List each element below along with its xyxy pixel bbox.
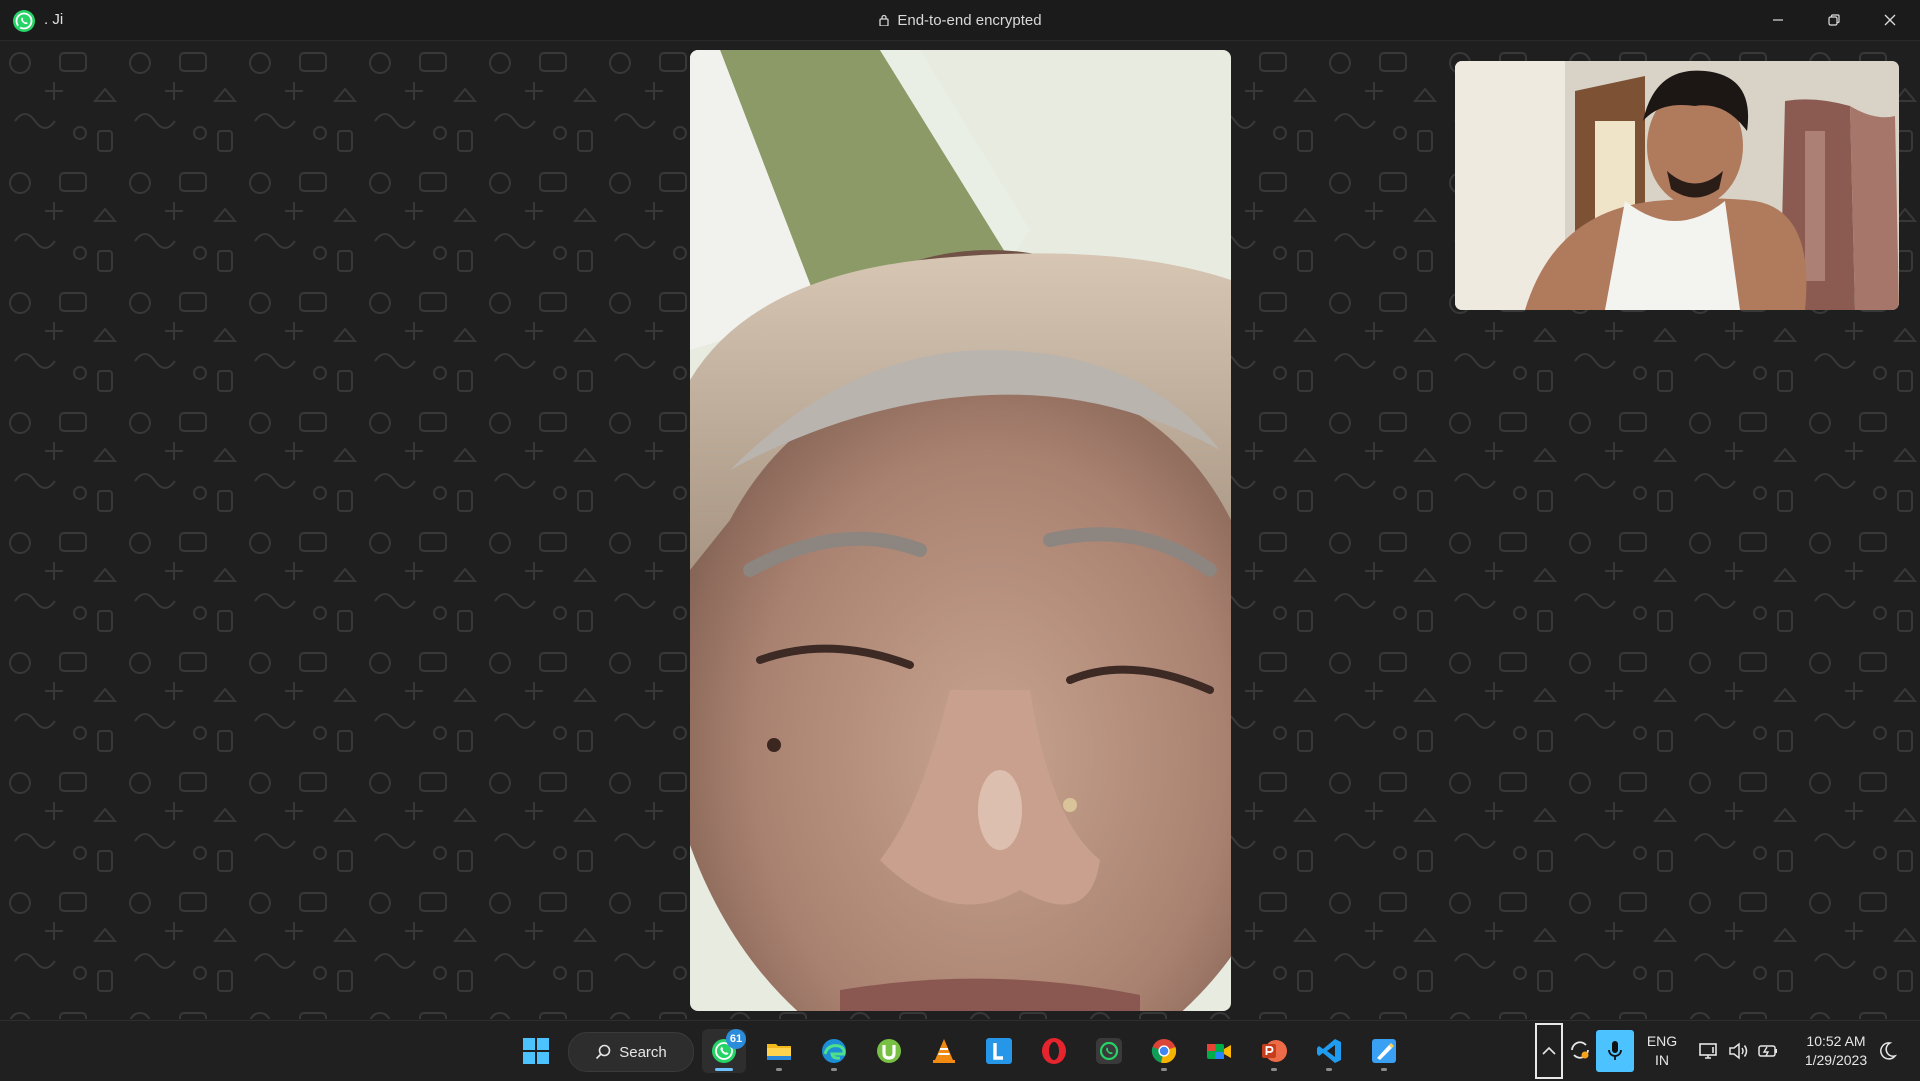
minimize-button[interactable]	[1750, 0, 1806, 40]
taskbar-meet[interactable]	[1197, 1029, 1241, 1073]
vlc-icon	[933, 1039, 955, 1063]
taskbar-whatsapp[interactable]: 61	[702, 1029, 746, 1073]
taskbar: Search 61 ENG IN 10:52 AM 1/29/2023	[0, 1020, 1920, 1081]
search-label: Search	[619, 1043, 667, 1061]
language-indicator[interactable]: ENG IN	[1643, 1032, 1681, 1070]
clock[interactable]: 10:52 AM 1/29/2023	[1790, 1032, 1882, 1070]
taskbar-opera[interactable]	[1032, 1029, 1076, 1073]
chrome-icon	[1151, 1039, 1177, 1064]
taskbar-chrome[interactable]	[1142, 1029, 1186, 1073]
title-bar: . Ji End-to-end encrypted	[0, 0, 1920, 41]
file-explorer-icon	[767, 1044, 791, 1060]
taskbar-edge[interactable]	[812, 1029, 856, 1073]
whatsapp-badge: 61	[726, 1029, 746, 1049]
taskbar-whatsapp-alt[interactable]	[1087, 1029, 1131, 1073]
utorrent-icon	[877, 1039, 901, 1063]
close-icon	[1884, 14, 1896, 26]
meet-icon	[1207, 1044, 1231, 1059]
contact-name: . Ji	[44, 11, 64, 28]
network-button[interactable]	[1698, 1040, 1720, 1062]
taskbar-paint[interactable]	[1362, 1029, 1406, 1073]
encryption-status: End-to-end encrypted	[0, 0, 1920, 40]
start-icon	[523, 1038, 549, 1064]
battery-button[interactable]	[1757, 1040, 1779, 1062]
taskbar-powerpoint[interactable]	[1252, 1029, 1296, 1073]
tray-sync-button[interactable]	[1568, 1038, 1592, 1062]
powerpoint-icon	[1262, 1040, 1287, 1062]
remote-video-frame	[690, 50, 1231, 1011]
language-line1: ENG	[1646, 1033, 1678, 1049]
language-line2: IN	[1655, 1052, 1669, 1068]
taskbar-search[interactable]: Search	[568, 1032, 694, 1072]
running-indicator	[1326, 1068, 1332, 1071]
running-indicator	[1381, 1068, 1387, 1071]
taskbar-l-app[interactable]	[977, 1029, 1021, 1073]
battery-icon	[1758, 1045, 1777, 1057]
microphone-icon	[1608, 1041, 1622, 1060]
running-indicator	[1161, 1068, 1167, 1071]
opera-icon	[1042, 1038, 1066, 1064]
remote-video[interactable]	[690, 50, 1231, 1011]
tray-overflow-button[interactable]	[1535, 1023, 1563, 1079]
clock-time: 10:52 AM	[1806, 1033, 1866, 1049]
taskbar-vscode[interactable]	[1307, 1029, 1351, 1073]
network-icon	[1699, 1043, 1717, 1059]
search-icon	[596, 1044, 611, 1060]
encryption-label: End-to-end encrypted	[897, 11, 1042, 29]
clock-date: 1/29/2023	[1804, 1052, 1868, 1068]
volume-icon	[1729, 1042, 1748, 1060]
chevron-up-icon	[1542, 1046, 1556, 1055]
running-indicator	[715, 1068, 733, 1071]
volume-button[interactable]	[1727, 1040, 1749, 1062]
running-indicator	[776, 1068, 782, 1071]
focus-assist-button[interactable]	[1876, 1040, 1898, 1062]
lock-icon	[879, 14, 890, 26]
taskbar-file-explorer[interactable]	[757, 1029, 801, 1073]
start-button[interactable]	[514, 1029, 558, 1073]
paint-icon	[1372, 1039, 1396, 1063]
running-indicator	[1271, 1068, 1277, 1071]
moon-icon	[1880, 1042, 1898, 1060]
self-video-frame	[1455, 61, 1899, 310]
minimize-icon	[1773, 19, 1783, 21]
close-button[interactable]	[1862, 0, 1918, 40]
l-app-icon	[986, 1038, 1012, 1064]
taskbar-utorrent[interactable]	[867, 1029, 911, 1073]
microphone-button[interactable]	[1596, 1030, 1634, 1072]
sync-icon	[1571, 1041, 1589, 1059]
taskbar-vlc[interactable]	[922, 1029, 966, 1073]
self-video-preview[interactable]	[1455, 61, 1899, 310]
whatsapp-logo-icon	[13, 10, 35, 32]
running-indicator	[831, 1068, 837, 1071]
restore-icon	[1828, 14, 1840, 26]
vscode-icon	[1317, 1039, 1341, 1063]
edge-icon	[822, 1039, 846, 1063]
whatsapp-alt-icon	[1096, 1038, 1122, 1064]
restore-button[interactable]	[1806, 0, 1862, 40]
